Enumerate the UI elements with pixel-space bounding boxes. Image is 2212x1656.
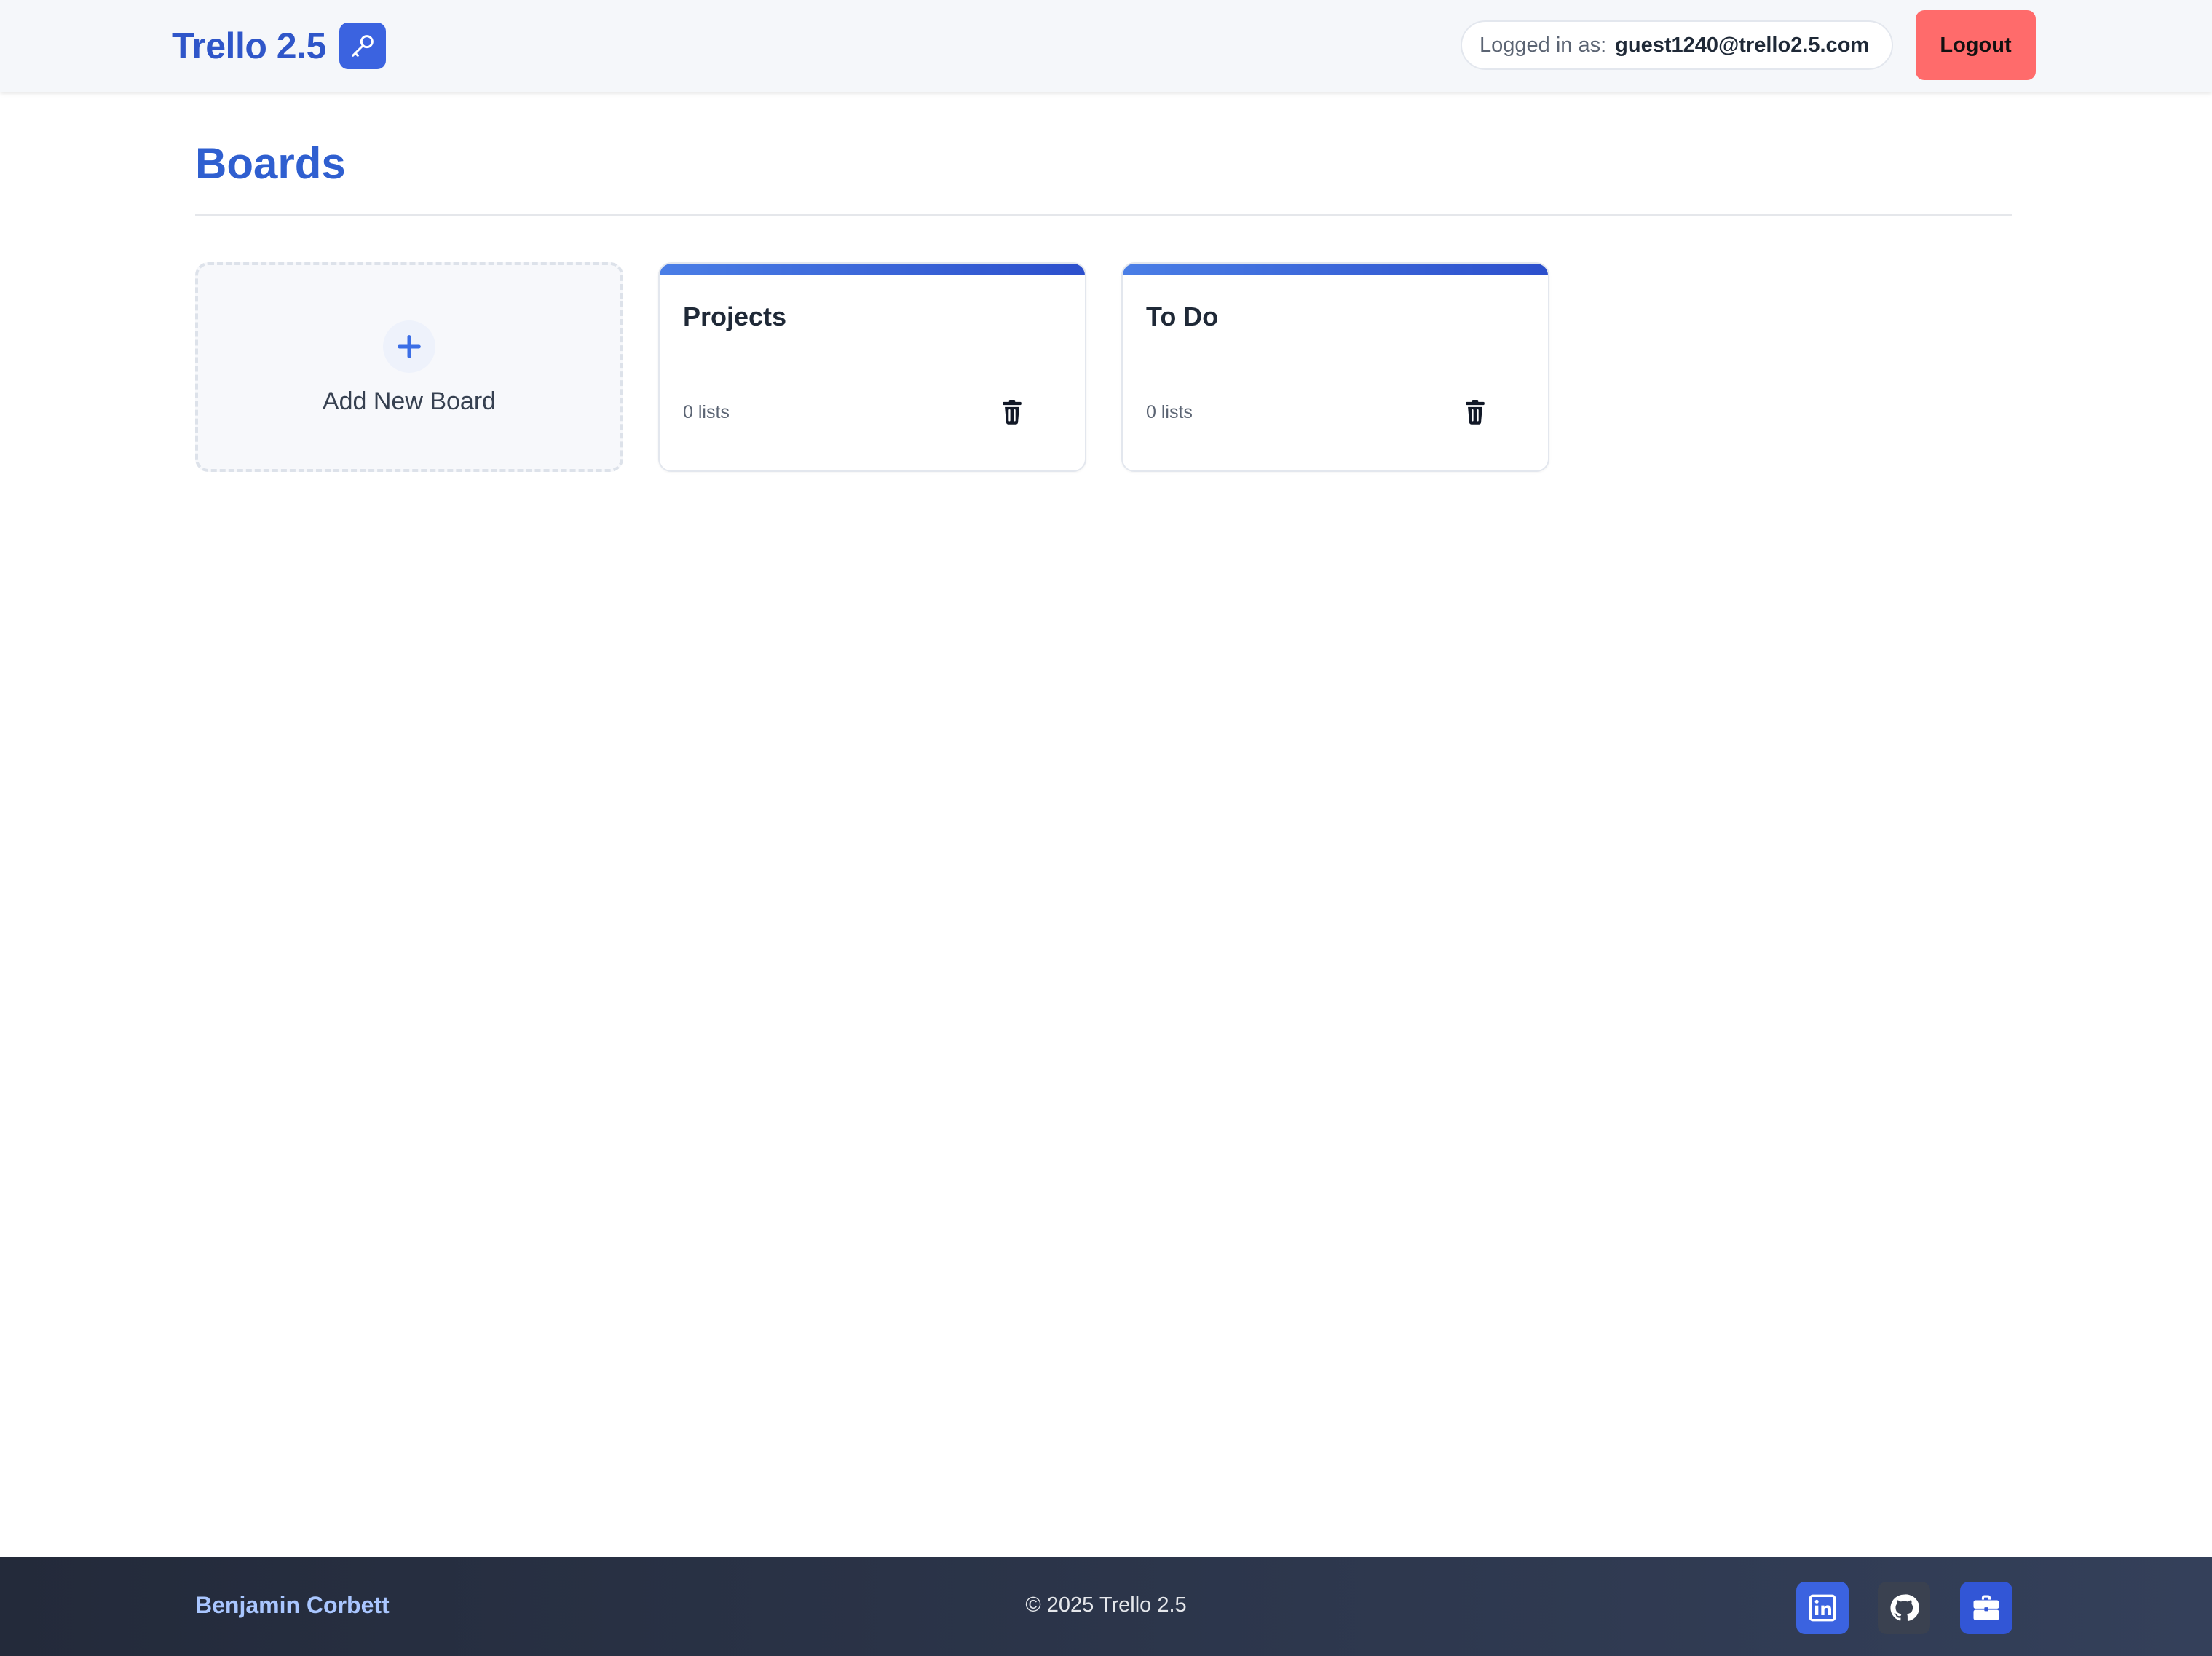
board-list-count: 0 lists (1146, 402, 1193, 422)
title-divider (195, 214, 2012, 216)
board-card-to-do[interactable]: To Do 0 lists (1121, 262, 1549, 472)
logged-in-user-badge: Logged in as: guest1240@trello2.5.com (1461, 20, 1893, 70)
board-list-count: 0 lists (683, 402, 730, 422)
page-title: Boards (195, 139, 346, 188)
user-email: guest1240@trello2.5.com (1615, 33, 1870, 57)
key-icon (339, 23, 386, 69)
briefcase-icon[interactable] (1960, 1582, 2012, 1634)
board-card-projects[interactable]: Projects 0 lists (658, 262, 1086, 472)
board-accent-bar (660, 264, 1085, 275)
brand[interactable]: Trello 2.5 (172, 22, 386, 70)
add-new-board-label: Add New Board (322, 387, 497, 415)
footer: Benjamin Corbett © 2025 Trello 2.5 (0, 1557, 2212, 1656)
app-root: Trello 2.5 Logged in as: guest1240@trell… (0, 0, 2212, 1656)
plus-icon (383, 320, 435, 373)
board-name: Projects (683, 301, 787, 331)
logged-in-label: Logged in as: (1480, 33, 1607, 57)
brand-title[interactable]: Trello 2.5 (172, 25, 326, 67)
board-name: To Do (1146, 301, 1219, 331)
logout-button[interactable]: Logout (1916, 10, 2036, 80)
trash-icon[interactable] (1458, 395, 1493, 430)
linkedin-icon[interactable] (1796, 1582, 1849, 1634)
top-navbar: Trello 2.5 Logged in as: guest1240@trell… (0, 0, 2212, 92)
github-icon[interactable] (1878, 1582, 1930, 1634)
add-new-board-button[interactable]: Add New Board (195, 262, 623, 472)
trash-icon[interactable] (995, 395, 1030, 430)
board-accent-bar (1123, 264, 1548, 275)
